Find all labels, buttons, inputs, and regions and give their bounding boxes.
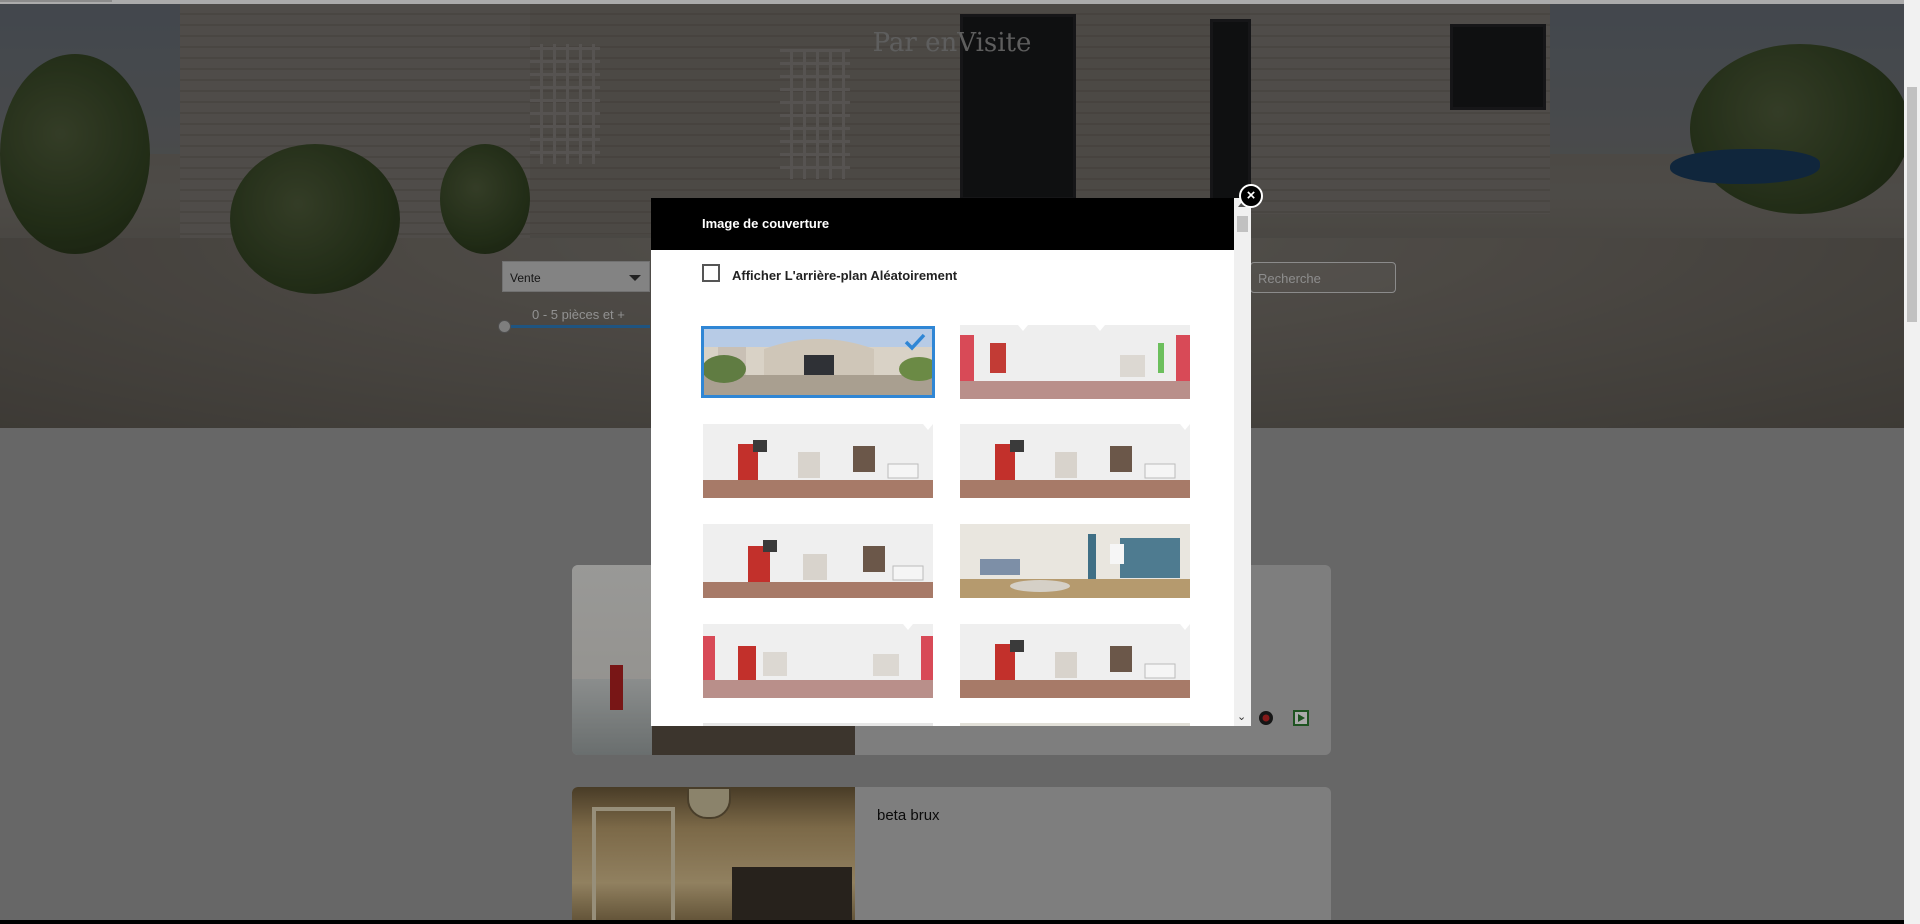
- cover-image-option[interactable]: [960, 424, 1190, 498]
- cover-image-option[interactable]: [701, 326, 935, 398]
- modal-scrollbar[interactable]: ⌄: [1234, 198, 1251, 726]
- random-background-checkbox[interactable]: [702, 264, 720, 282]
- children-room-panorama: [960, 624, 1190, 698]
- partial-panorama: [703, 723, 933, 726]
- cover-image-option[interactable]: [960, 723, 1190, 726]
- bottom-bar: [0, 920, 1904, 924]
- cover-image-option[interactable]: [960, 624, 1190, 698]
- modal-scroll-thumb[interactable]: [1237, 216, 1248, 232]
- cover-image-option[interactable]: [960, 524, 1190, 598]
- page-scrollbar[interactable]: [1904, 0, 1920, 924]
- cover-image-option[interactable]: [703, 524, 933, 598]
- cover-image-option[interactable]: [703, 424, 933, 498]
- random-background-label[interactable]: Afficher L'arrière-plan Aléatoirement: [732, 268, 957, 283]
- exterior-terrace-panorama: [704, 329, 932, 395]
- children-room-pink-panorama: [960, 325, 1190, 399]
- children-room-panorama: [703, 524, 933, 598]
- children-room-panorama: [703, 424, 933, 498]
- modal-title: Image de couverture: [651, 198, 1234, 250]
- scroll-down-icon[interactable]: ⌄: [1237, 712, 1246, 723]
- close-icon[interactable]: ×: [1239, 184, 1263, 208]
- cover-image-option[interactable]: [703, 723, 933, 726]
- modal-body: Afficher L'arrière-plan Aléatoirement: [651, 250, 1234, 726]
- cover-image-option[interactable]: [960, 325, 1190, 399]
- partial-panorama: [960, 723, 1190, 726]
- children-room-pink-panorama: [703, 624, 933, 698]
- cover-image-modal: Image de couverture Afficher L'arrière-p…: [651, 198, 1251, 726]
- children-room-panorama: [960, 424, 1190, 498]
- checkmark-icon: [904, 333, 926, 351]
- page-scroll-thumb[interactable]: [1907, 87, 1917, 322]
- living-room-panorama: [960, 524, 1190, 598]
- cover-image-option[interactable]: [703, 624, 933, 698]
